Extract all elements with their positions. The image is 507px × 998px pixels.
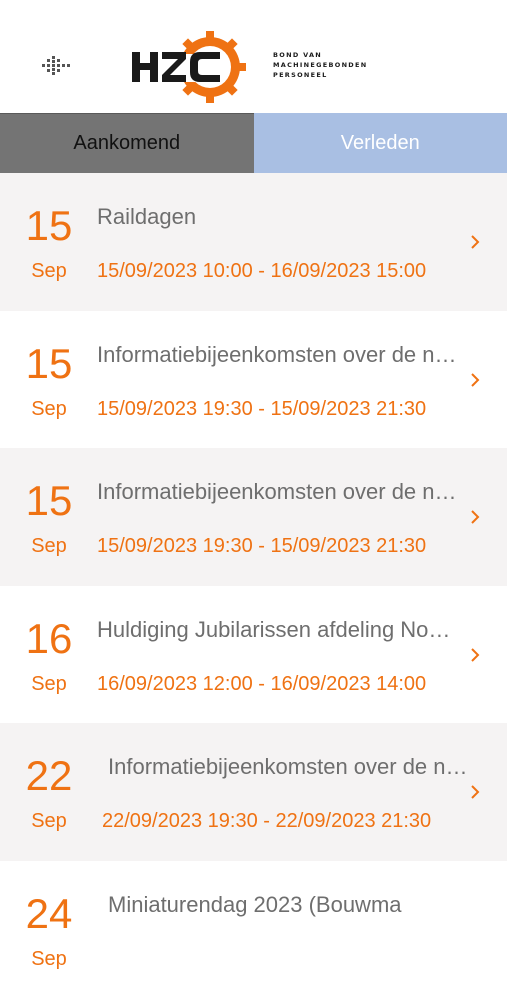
event-item[interactable]: 16 Sep Huldiging Jubilarissen afdeling N… [0, 586, 507, 724]
tab-upcoming-label: Aankomend [73, 132, 180, 155]
hzc-logo [128, 30, 248, 104]
event-day: 15 [0, 478, 98, 524]
event-month: Sep [0, 397, 98, 421]
chevron-right-icon [469, 234, 481, 250]
event-month: Sep [0, 672, 98, 696]
event-tabs: Aankomend Verleden [0, 113, 507, 173]
event-dates: 15/09/2023 19:30 - 15/09/2023 21:30 [97, 534, 457, 558]
event-title: Informatiebijeenkomsten over de nieuwe c… [97, 478, 457, 506]
event-month: Sep [0, 809, 98, 833]
event-title: Huldiging Jubilarissen afdeling Noord [97, 616, 457, 644]
event-day: 15 [0, 203, 98, 249]
chevron-right-icon [469, 509, 481, 525]
logo-subtitle-line: MACHINEGEBONDEN [273, 60, 367, 70]
event-month: Sep [0, 259, 98, 283]
logo-subtitle-line: PERSONEEL [273, 70, 367, 80]
event-title: Informatiebijeenkomsten over de nieuwe c… [97, 341, 457, 369]
event-item[interactable]: 24 Sep Miniaturendag 2023 (Bouwma [0, 861, 507, 998]
event-item[interactable]: 15 Sep Raildagen 15/09/2023 10:00 - 16/0… [0, 173, 507, 311]
tab-upcoming[interactable]: Aankomend [0, 113, 254, 173]
event-item[interactable]: 15 Sep Informatiebijeenkomsten over de n… [0, 311, 507, 449]
event-item[interactable]: 22 Sep Informatiebijeenkomsten over de n… [0, 723, 507, 861]
tab-past-label: Verleden [341, 132, 420, 155]
event-day: 24 [0, 891, 98, 937]
event-dates: 15/09/2023 10:00 - 16/09/2023 15:00 [97, 259, 457, 283]
chevron-right-icon [469, 647, 481, 663]
event-title: Informatiebijeenkomsten over de nieuwe c… [108, 753, 468, 781]
event-day: 15 [0, 341, 98, 387]
event-dates: 22/09/2023 19:30 - 22/09/2023 21:30 [102, 809, 462, 833]
event-month: Sep [0, 947, 98, 971]
logo-subtitle: BOND VAN MACHINEGEBONDEN PERSONEEL [273, 50, 367, 80]
menu-icon[interactable] [38, 52, 72, 82]
chevron-right-icon [469, 372, 481, 388]
logo-subtitle-line: BOND VAN [273, 50, 367, 60]
event-item[interactable]: 15 Sep Informatiebijeenkomsten over de n… [0, 448, 507, 586]
event-month: Sep [0, 534, 98, 558]
chevron-right-icon [469, 784, 481, 800]
event-title: Miniaturendag 2023 (Bouwma [108, 891, 468, 919]
tab-past[interactable]: Verleden [254, 113, 507, 173]
event-list: 15 Sep Raildagen 15/09/2023 10:00 - 16/0… [0, 173, 507, 998]
event-day: 22 [0, 753, 98, 799]
event-title: Raildagen [97, 203, 457, 231]
event-dates: 16/09/2023 12:00 - 16/09/2023 14:00 [97, 672, 457, 696]
event-dates: 15/09/2023 19:30 - 15/09/2023 21:30 [97, 397, 457, 421]
event-day: 16 [0, 616, 98, 662]
app-header: BOND VAN MACHINEGEBONDEN PERSONEEL [0, 0, 507, 113]
